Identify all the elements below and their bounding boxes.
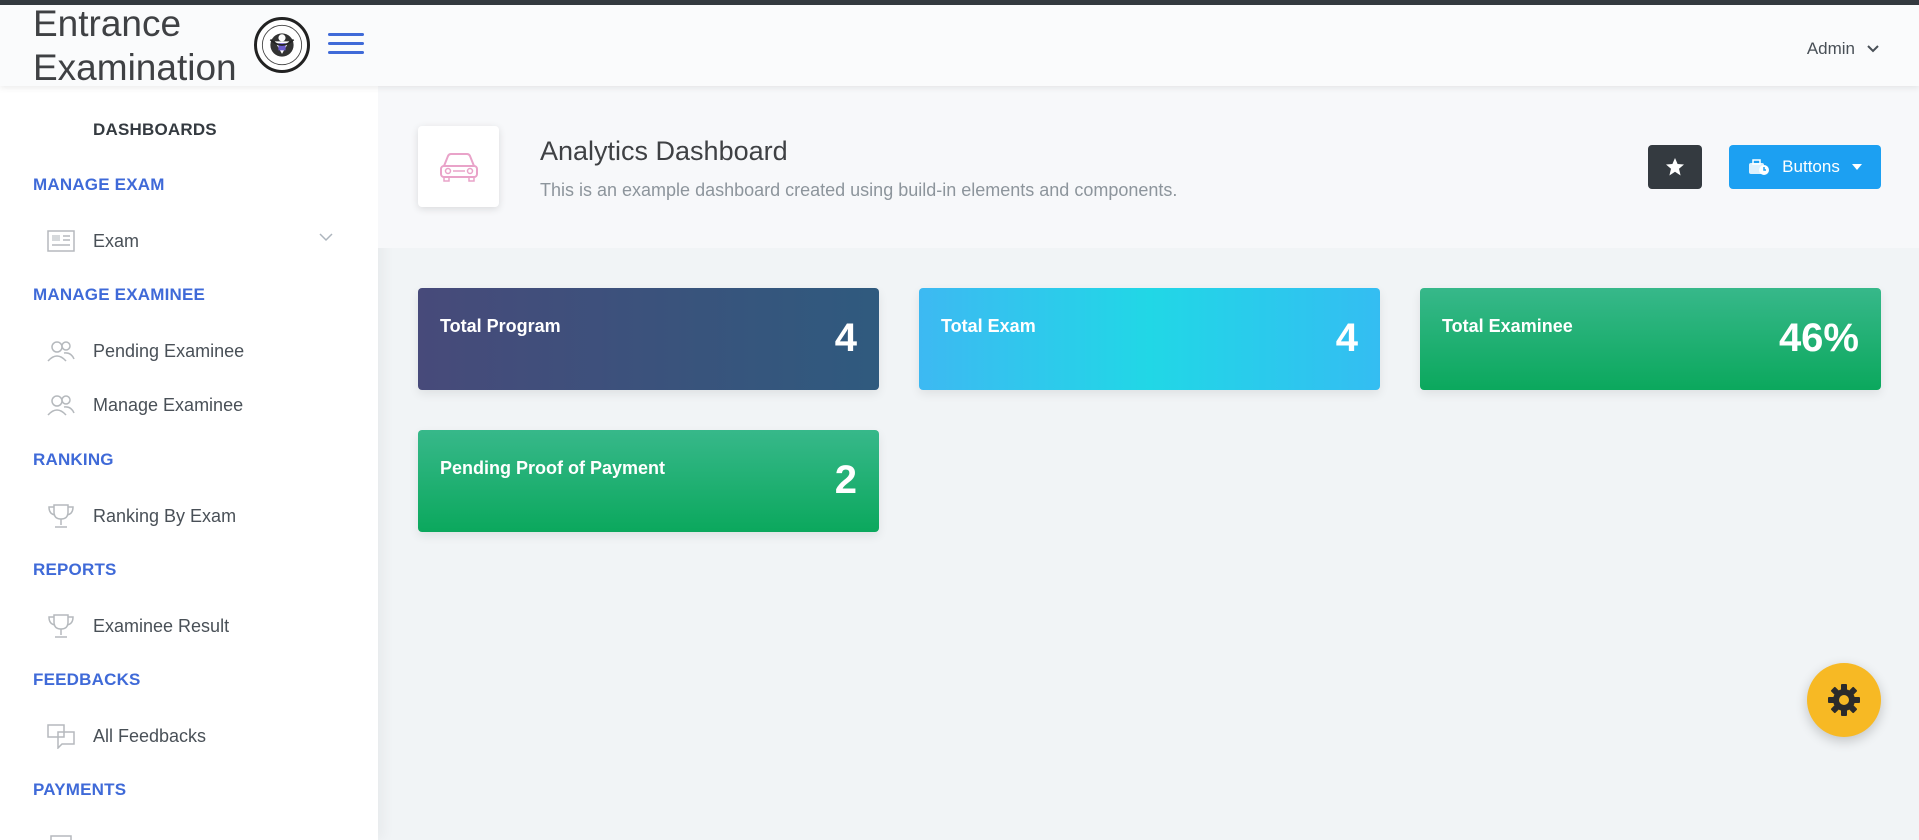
document-icon — [45, 830, 77, 840]
chevron-down-icon — [319, 233, 333, 242]
stat-card-value: 4 — [1335, 316, 1358, 360]
page-title-icon-box — [418, 126, 499, 207]
sidebar-item-pending-examinee[interactable]: Pending Examinee — [33, 331, 343, 371]
star-icon — [1666, 158, 1684, 176]
stat-card-value: 2 — [834, 458, 857, 502]
sidebar-heading-dashboards[interactable]: DASHBOARDS — [93, 120, 217, 140]
sidebar: DASHBOARDS MANAGE EXAM Exam MANAGE EXAMI… — [0, 86, 378, 840]
sidebar-item-label: Pending Examinee — [93, 340, 245, 361]
stat-card-title: Total Exam — [941, 316, 1036, 336]
user-name: Admin — [1806, 39, 1855, 58]
sidebar-heading-payments: PAYMENTS — [33, 780, 127, 799]
buttons-label: Buttons — [1782, 157, 1840, 176]
stat-card-total-exam: Total Exam 4 — [919, 288, 1380, 390]
favorite-button[interactable] — [1648, 145, 1702, 189]
settings-button[interactable] — [1807, 663, 1881, 737]
stat-card-value: 4 — [834, 316, 857, 360]
page-subtitle: This is an example dashboard created usi… — [540, 180, 1178, 200]
sidebar-item-exam[interactable]: Exam — [33, 221, 343, 261]
stat-card-title: Total Examinee — [1442, 316, 1573, 336]
page-title: Analytics Dashboard — [540, 136, 788, 166]
sidebar-heading-feedbacks: FEEDBACKS — [33, 670, 141, 689]
trophy-icon — [45, 500, 77, 532]
sidebar-heading-reports: REPORTS — [33, 560, 117, 579]
sidebar-item-examinee-result[interactable]: Examinee Result — [33, 606, 343, 646]
sidebar-heading-ranking: RANKING — [33, 450, 114, 469]
app-title-line1: Entrance — [33, 3, 182, 44]
sidebar-item-label: All Feedbacks — [93, 725, 207, 746]
sidebar-item-ranking-by-exam[interactable]: Ranking By Exam — [33, 496, 343, 536]
sidebar-item-label: Exam — [93, 230, 140, 251]
stat-card-value: 46% — [1778, 316, 1859, 360]
chat-icon — [45, 720, 77, 752]
stat-card-total-examinee: Total Examinee 46% — [1420, 288, 1881, 390]
chevron-down-icon — [1867, 45, 1879, 53]
users-icon — [45, 389, 77, 421]
stat-card-pending-proof-of-payment: Pending Proof of Payment 2 — [418, 430, 879, 532]
sidebar-item-all-feedbacks[interactable]: All Feedbacks — [33, 716, 343, 756]
trophy-icon — [45, 610, 77, 642]
sidebar-item-manage-examinee[interactable]: Manage Examinee — [33, 385, 343, 425]
buttons-dropdown[interactable]: Buttons — [1729, 145, 1881, 189]
hamburger-menu-icon[interactable] — [328, 33, 364, 59]
stat-card-title: Pending Proof of Payment — [440, 458, 666, 478]
caret-down-icon — [1851, 164, 1862, 170]
car-icon — [439, 152, 478, 182]
app-title: Entrance Examination — [33, 2, 237, 90]
school-seal-logo — [254, 17, 310, 73]
sidebar-heading-manage-examinee: MANAGE EXAMINEE — [33, 285, 206, 304]
users-icon — [45, 335, 77, 367]
stat-card-title: Total Program — [440, 316, 561, 336]
sidebar-item-payments-partial[interactable] — [33, 826, 343, 840]
app-title-line2: Examination — [33, 47, 237, 88]
sidebar-item-label: Examinee Result — [93, 615, 230, 636]
app-header: Entrance Examination Admin — [0, 3, 1919, 88]
newspaper-icon — [45, 225, 77, 257]
gear-icon — [1828, 684, 1860, 716]
sidebar-item-label: Manage Examinee — [93, 394, 244, 415]
sidebar-item-label: Ranking By Exam — [93, 505, 237, 526]
user-menu[interactable]: Admin — [1807, 39, 1879, 59]
stat-card-total-program: Total Program 4 — [418, 288, 879, 390]
sidebar-heading-manage-exam: MANAGE EXAM — [33, 175, 165, 194]
business-time-icon — [1749, 159, 1770, 175]
